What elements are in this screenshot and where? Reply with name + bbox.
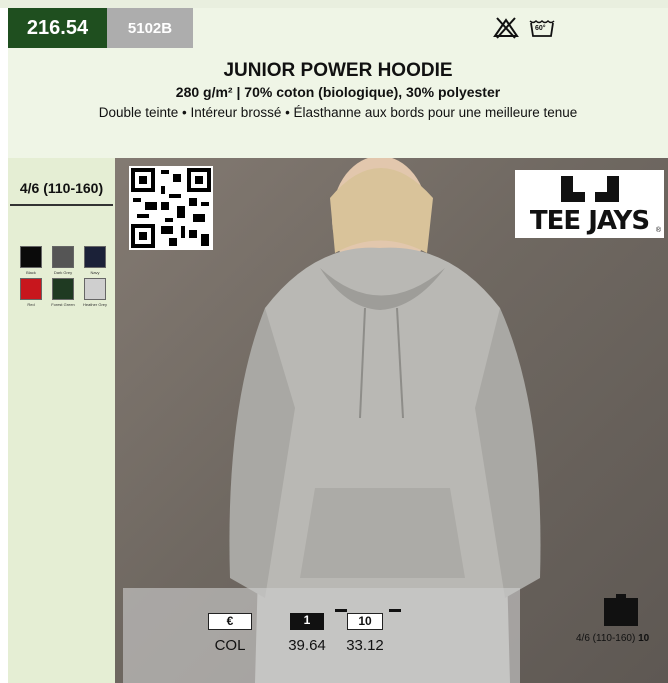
carton-icon xyxy=(604,594,638,626)
header-bar: 216.54 5102B 60° xyxy=(8,8,668,48)
carton-qty: 10 xyxy=(638,633,650,644)
currency-header: € xyxy=(208,613,252,630)
swatch-label: Forest Green xyxy=(51,302,75,307)
product-features: Double teinte • Intéreur brossé • Élasth… xyxy=(98,105,578,120)
top-strip xyxy=(0,0,668,8)
row-label: COL xyxy=(214,637,246,654)
wash-60-icon: 60° xyxy=(529,18,555,38)
catalog-page: 216.54 5102B 60° JUNIOR POWER HOODIE 280… xyxy=(8,8,668,683)
color-swatch[interactable]: Red xyxy=(15,278,47,308)
color-swatch[interactable]: Heather Grey xyxy=(79,278,111,308)
registered-mark: ® xyxy=(655,227,661,234)
color-swatch[interactable]: Dark Grey xyxy=(47,246,79,276)
brand-mark-icon xyxy=(561,176,619,202)
color-swatch[interactable]: Black xyxy=(15,246,47,276)
color-swatch[interactable]: Forest Green xyxy=(47,278,79,308)
wash-temp: 60° xyxy=(535,25,546,32)
swatch-box xyxy=(52,278,74,300)
qty-header-1: 1 xyxy=(290,613,324,630)
article-code: 216.54 xyxy=(8,8,107,48)
carton-label: 4/6 (110-160) 10 xyxy=(576,633,649,644)
price-panel: € 1 10 COL 39.64 33.12 xyxy=(123,588,520,683)
title-block: JUNIOR POWER HOODIE 280 g/m² | 70% coton… xyxy=(8,48,668,158)
qr-code[interactable] xyxy=(129,166,213,250)
swatch-box xyxy=(52,246,74,268)
qty-dash-right xyxy=(389,609,401,612)
product-title: JUNIOR POWER HOODIE xyxy=(223,60,453,81)
swatch-box xyxy=(20,246,42,268)
swatch-label: Dark Grey xyxy=(53,270,73,275)
size-divider xyxy=(10,204,113,206)
price-qty-10: 33.12 xyxy=(346,637,384,654)
carton-size: 4/6 (110-160) xyxy=(576,633,636,644)
size-range: 4/6 (110-160) xyxy=(19,180,104,196)
care-icons: 60° xyxy=(493,16,555,40)
swatch-box xyxy=(84,246,106,268)
model-code: 5102B xyxy=(107,8,193,48)
brand-name: TEE JAYS xyxy=(529,206,650,236)
swatch-box xyxy=(84,278,106,300)
brand-logo: TEE JAYS ® xyxy=(515,170,664,238)
swatch-label: Black xyxy=(26,270,36,275)
qty-dash-left xyxy=(335,609,347,612)
swatch-label: Heather Grey xyxy=(82,302,107,307)
color-swatch[interactable]: Navy xyxy=(79,246,111,276)
sidebar: 4/6 (110-160) Black Dark Grey Navy Red F… xyxy=(8,158,115,683)
price-qty-1: 39.64 xyxy=(288,637,326,654)
swatch-label: Red xyxy=(27,302,35,307)
swatch-label: Navy xyxy=(90,270,100,275)
no-bleach-icon xyxy=(493,17,519,39)
color-swatches: Black Dark Grey Navy Red Forest Green He… xyxy=(15,246,111,308)
product-subtitle: 280 g/m² | 70% coton (biologique), 30% p… xyxy=(175,84,501,100)
qty-header-10: 10 xyxy=(347,613,383,630)
swatch-box xyxy=(20,278,42,300)
